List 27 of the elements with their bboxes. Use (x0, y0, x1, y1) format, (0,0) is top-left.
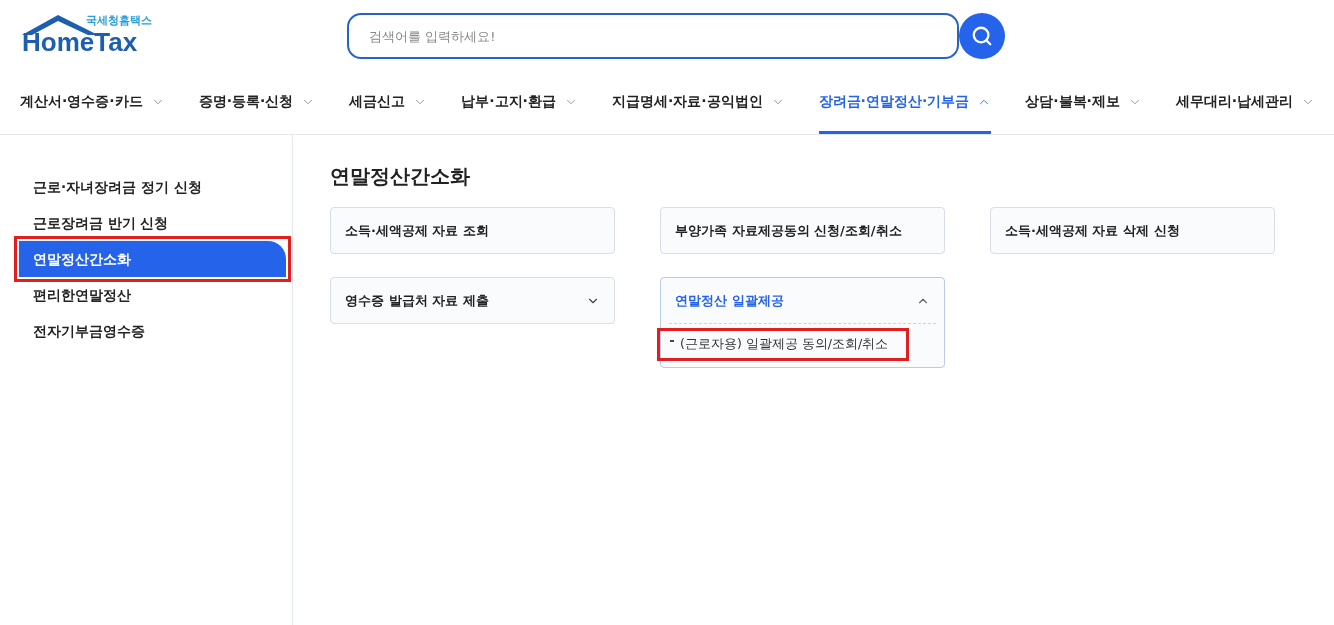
logo-subtitle: 국세청홈택스 (86, 15, 152, 26)
nav-tab[interactable]: 계산서·영수증·카드 (20, 72, 165, 134)
search-button[interactable] (959, 13, 1005, 59)
dropdown-toggle[interactable]: 영수증 발급처 자료 제출 (331, 278, 614, 323)
logo[interactable]: 국세청홈택스 HomeTax (20, 13, 160, 59)
search-icon (971, 25, 993, 47)
nav-tab[interactable]: 상담·불복·제보 (1025, 72, 1142, 134)
menu-card[interactable]: 소득·세액공제 자료 삭제 신청 (990, 207, 1275, 254)
nav-tab[interactable]: 증명·등록·신청 (198, 72, 316, 134)
nav-tab[interactable]: 납부·고지·환급 (461, 72, 578, 134)
menu-card[interactable]: 부양가족 자료제공동의 신청/조회/취소 (660, 207, 945, 254)
dropdown-toggle[interactable]: 연말정산 일괄제공 (661, 278, 944, 323)
nav-tab[interactable]: 지급명세·자료·공익법인 (611, 72, 785, 134)
sidebar-item[interactable]: 근로장려금 반기 신청 (19, 210, 286, 236)
submenu-link[interactable]: (근로자용) 일괄제공 동의/조회/취소 (680, 331, 889, 358)
sidebar-item[interactable]: 근로·자녀장려금 정기 신청 (19, 174, 286, 200)
page-title: 연말정산간소화 (330, 163, 471, 190)
sidebar-item[interactable]: 전자기부금영수증 (19, 318, 286, 344)
sidebar-item[interactable]: 연말정산간소화 (19, 241, 286, 277)
nav-tab[interactable]: 세금신고 (349, 72, 428, 134)
search-field[interactable]: 검색어를 입력하세요! (347, 13, 959, 59)
bullet-icon (670, 340, 674, 343)
nav-tab[interactable]: 장려금·연말정산·기부금 (818, 72, 992, 134)
nav-tab[interactable]: 세무대리·납세관리 (1175, 72, 1316, 134)
menu-card[interactable]: 소득·세액공제 자료 조회 (330, 207, 615, 254)
logo-wordmark: HomeTax (22, 29, 138, 55)
sidebar-item[interactable]: 편리한연말정산 (19, 282, 286, 308)
